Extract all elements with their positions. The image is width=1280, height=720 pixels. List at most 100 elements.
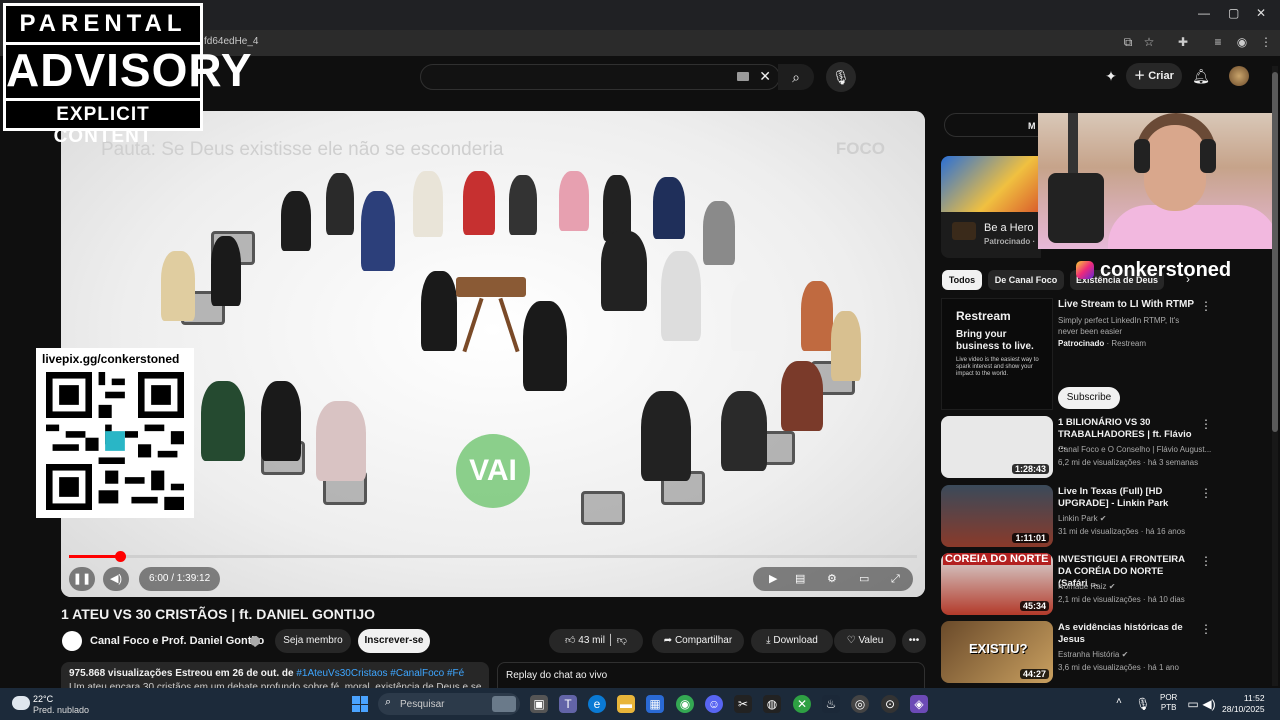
autoplay-toggle-icon[interactable]: ▶ (769, 567, 777, 591)
banner-label: M (1028, 121, 1036, 131)
progress-bar[interactable] (69, 551, 917, 562)
tray-overflow-icon[interactable]: ˄ (1116, 696, 1122, 707)
store-icon[interactable]: ▦ (646, 695, 664, 713)
xbox-icon[interactable]: ✕ (793, 695, 811, 713)
ad-menu-kebab-icon[interactable]: ⋮ (1200, 299, 1212, 313)
mute-button[interactable]: ◀) (103, 567, 129, 591)
progress-scrubber[interactable] (114, 551, 126, 562)
app-icon[interactable]: ⊙ (881, 695, 899, 713)
gemini-icon[interactable]: ✦ (1102, 67, 1120, 85)
account-avatar[interactable] (1229, 66, 1249, 86)
windows-start-button[interactable] (352, 696, 368, 712)
extensions-icon[interactable]: ✚ (1175, 34, 1191, 50)
chip-all[interactable]: Todos (942, 270, 982, 290)
keyboard-icon[interactable] (737, 72, 749, 81)
system-clock[interactable]: 11:52 28/10/2025 (1222, 693, 1265, 715)
game-ad-title[interactable]: Be a Hero (984, 222, 1034, 234)
weather-temperature[interactable]: 22°C (33, 694, 53, 704)
livepix-url-label: livepix.gg/conkerstoned (42, 352, 180, 366)
subtitles-icon[interactable]: ▤ (795, 567, 805, 591)
file-explorer-icon[interactable]: ▬ (617, 695, 635, 713)
restream-ad-thumbnail[interactable]: Restream Bring your business to live. Li… (941, 298, 1053, 410)
rec-thumb-text: COREIA DO NORTE (943, 553, 1051, 565)
pause-button[interactable]: ❚❚ (69, 567, 95, 591)
rec-title[interactable]: Live In Texas (Full) [HD UPGRADE] - Link… (1058, 486, 1193, 510)
voice-search-button[interactable]: 🎙 (826, 62, 856, 92)
create-button[interactable]: ＋ Criar (1126, 63, 1182, 89)
like-dislike-button[interactable]: 👍︎ 43 mil │ 👎︎ (549, 629, 643, 653)
window-maximize-button[interactable]: ▢ (1228, 6, 1239, 20)
vai-badge: VAI (456, 434, 530, 508)
fullscreen-icon[interactable]: ⤢ (891, 567, 900, 591)
scrollbar-thumb[interactable] (1272, 72, 1278, 432)
notifications-bell-icon[interactable]: 🔔︎ (1192, 67, 1210, 85)
rec-thumbnail[interactable]: EXISTIU? 44:27 (941, 621, 1053, 683)
subscribe-button[interactable]: Inscrever-se (358, 629, 430, 653)
channel-avatar[interactable] (62, 631, 82, 651)
rec-channel[interactable]: Nômade Raiz ✔ (1058, 582, 1115, 591)
capcut-icon[interactable]: ✂ (734, 695, 752, 713)
restream-subscribe-button[interactable]: Subscribe (1058, 387, 1120, 409)
person (641, 391, 691, 481)
rec-menu-kebab-icon[interactable]: ⋮ (1200, 417, 1212, 431)
bookmark-star-icon[interactable]: ☆ (1141, 34, 1157, 50)
chrome-icon[interactable]: ◉ (676, 695, 694, 713)
tray-mic-icon[interactable]: 🎙 (1134, 695, 1152, 713)
super-thanks-icon: ♡ (846, 635, 859, 646)
app-icon[interactable]: ◈ (910, 695, 928, 713)
thumbs-up-icon[interactable]: 👍︎ (565, 635, 578, 646)
search-input[interactable]: ✕ (420, 64, 780, 90)
page-scrollbar[interactable] (1272, 66, 1278, 686)
edge-icon[interactable]: e (588, 695, 606, 713)
search-button[interactable]: ⌕ (778, 64, 814, 90)
window-close-button[interactable]: ✕ (1256, 6, 1266, 20)
parental-label: PARENTAL (19, 10, 187, 37)
rec-channel[interactable]: Estranha História ✔ (1058, 650, 1128, 659)
chip-canal-foco[interactable]: De Canal Foco (988, 270, 1064, 290)
rec-duration: 1:11:01 (1012, 533, 1049, 543)
restream-ad-title[interactable]: Live Stream to LI With RTMP (1058, 299, 1194, 310)
obs-icon[interactable]: ◍ (763, 695, 781, 713)
cloud-icon[interactable] (12, 696, 30, 710)
game-ad-thumbnail[interactable] (941, 156, 1041, 212)
app-icon[interactable]: ◎ (851, 695, 869, 713)
valeu-label: Valeu (858, 635, 884, 646)
rec-thumbnail[interactable]: COREIA DO NORTE 45:34 (941, 553, 1053, 615)
channel-name[interactable]: Canal Foco e Prof. Daniel Gontijo (90, 635, 264, 647)
volume-icon[interactable]: ◀) (1200, 695, 1218, 713)
weather-condition[interactable]: Pred. nublado (33, 705, 89, 715)
discord-icon[interactable]: ☺ (705, 695, 723, 713)
download-button[interactable]: ⤓ Download (751, 629, 833, 653)
rec-channel[interactable]: Linkin Park ✔ (1058, 514, 1107, 523)
theater-mode-icon[interactable]: ▭ (859, 567, 869, 591)
input-language[interactable]: POR PTB (1160, 693, 1177, 713)
create-label: Criar (1148, 70, 1174, 82)
clear-search-icon[interactable]: ✕ (759, 68, 771, 85)
hashtags[interactable]: #1AteuVs30Cristaos #CanalFoco #Fé (296, 668, 464, 679)
more-actions-button[interactable]: ••• (902, 629, 926, 653)
rec-channel[interactable]: Canal Foco e O Conselho | Flávio August.… (1058, 445, 1211, 454)
rec-thumbnail[interactable]: 1:28:43 (941, 416, 1053, 478)
debate-table (456, 277, 526, 297)
media-icon[interactable]: ≡ (1210, 34, 1226, 50)
share-button[interactable]: ➦ Compartilhar (652, 629, 744, 653)
steam-icon[interactable]: ♨ (822, 695, 840, 713)
rec-thumbnail[interactable]: 1:11:01 (941, 485, 1053, 547)
rec-title[interactable]: As evidências históricas de Jesus (1058, 622, 1193, 646)
taskbar-search[interactable]: ⌕ Pesquisar (378, 693, 520, 715)
language-code: POR (1160, 693, 1178, 702)
teams-icon[interactable]: T (559, 695, 577, 713)
cast-icon[interactable]: ⧉ (1120, 34, 1136, 50)
person (281, 191, 311, 251)
task-view-icon[interactable]: ▣ (530, 695, 548, 713)
rec-menu-kebab-icon[interactable]: ⋮ (1200, 622, 1212, 636)
menu-kebab-icon[interactable]: ⋮ (1258, 34, 1274, 50)
join-button[interactable]: Seja membro (275, 629, 351, 653)
rec-menu-kebab-icon[interactable]: ⋮ (1200, 554, 1212, 568)
thumbs-down-icon[interactable]: │ 👎︎ (608, 635, 627, 646)
profile-icon[interactable]: ◉ (1234, 34, 1250, 50)
rec-menu-kebab-icon[interactable]: ⋮ (1200, 486, 1212, 500)
thanks-button[interactable]: ♡ Valeu (834, 629, 896, 653)
window-minimize-button[interactable]: — (1198, 6, 1210, 20)
settings-gear-icon[interactable]: ⚙ (827, 567, 837, 591)
